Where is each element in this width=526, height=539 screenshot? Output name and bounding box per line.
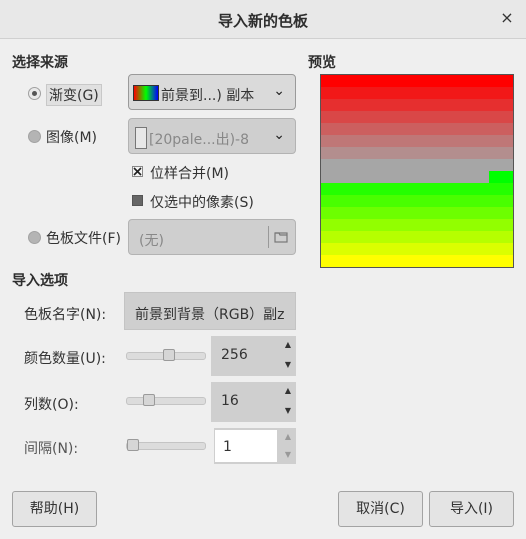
columns-label: 列数(O):	[24, 397, 79, 413]
help-button[interactable]: 帮助(H)	[12, 491, 97, 527]
preview-swatch	[321, 207, 513, 219]
sample-merged-label: 位样合并(M)	[150, 166, 230, 182]
palette-file-radio[interactable]	[28, 231, 41, 244]
chooser-divider	[268, 226, 269, 248]
check-icon	[133, 167, 142, 176]
columns-spinbox[interactable]: 16 ▲ ▼	[211, 382, 296, 422]
close-button[interactable]: ×	[498, 8, 516, 27]
options-heading: 导入选项	[12, 273, 68, 289]
decrement-icon[interactable]: ▼	[280, 356, 296, 376]
interval-entry[interactable]: 1	[215, 430, 277, 462]
interval-spinbox[interactable]: 1 ▲ ▼	[214, 428, 296, 464]
num-colors-slider-handle[interactable]	[163, 349, 175, 361]
selected-only-checkbox[interactable]	[132, 195, 143, 206]
palette-name-field[interactable]: 前景到背景（RGB）副z	[124, 292, 296, 330]
decrement-icon[interactable]: ▼	[280, 402, 296, 422]
preview-swatch	[321, 231, 513, 243]
preview-swatch	[321, 123, 513, 135]
preview-swatch	[321, 159, 513, 171]
gradient-combo[interactable]: 前景到...) 副本 ⌄	[128, 74, 296, 110]
preview-swatch	[321, 243, 513, 255]
preview-swatch	[321, 135, 513, 147]
preview-swatch	[321, 111, 513, 123]
gradient-radio[interactable]	[28, 87, 41, 100]
columns-slider-handle[interactable]	[143, 394, 155, 406]
cancel-button[interactable]: 取消(C)	[338, 491, 423, 527]
num-colors-label: 颜色数量(U):	[24, 351, 106, 367]
image-combo[interactable]: [20pale...出)-8 ⌄	[128, 118, 296, 154]
gradient-swatch-icon	[133, 85, 159, 101]
preview-swatch	[321, 75, 513, 87]
preview-swatch	[321, 183, 513, 195]
chevron-down-icon: ⌄	[273, 83, 285, 99]
increment-icon[interactable]: ▲	[280, 428, 296, 446]
image-combo-value: [20pale...出)-8	[149, 132, 250, 148]
preview-swatch	[321, 87, 513, 99]
preview-swatches	[321, 75, 513, 267]
preview-swatch	[321, 195, 513, 207]
selected-only-label: 仅选中的像素(S)	[150, 195, 254, 211]
interval-slider-handle[interactable]	[127, 439, 139, 451]
palette-file-label: 色板文件(F)	[46, 231, 121, 247]
image-label: 图像(M)	[46, 130, 98, 146]
decrement-icon[interactable]: ▼	[280, 446, 296, 464]
num-colors-spinbox[interactable]: 256 ▲ ▼	[211, 336, 296, 376]
num-colors-value: 256	[221, 347, 248, 363]
palette-name-value: 前景到背景（RGB）副z	[135, 307, 285, 323]
increment-icon[interactable]: ▲	[280, 336, 296, 356]
preview-swatch	[321, 255, 513, 267]
columns-value: 16	[221, 393, 239, 409]
window-title: 导入新的色板	[217, 12, 308, 30]
palette-name-label: 色板名字(N):	[24, 307, 107, 323]
preview-swatch	[321, 99, 513, 111]
palette-file-value: (无)	[139, 233, 164, 249]
interval-label: 间隔(N):	[24, 441, 79, 457]
sample-merged-checkbox[interactable]	[132, 166, 143, 177]
increment-icon[interactable]: ▲	[280, 382, 296, 402]
import-button[interactable]: 导入(I)	[429, 491, 514, 527]
preview-swatch	[489, 171, 513, 183]
gradient-combo-value: 前景到...) 副本	[161, 88, 255, 104]
preview-swatch	[321, 171, 489, 183]
source-heading: 选择来源	[12, 55, 68, 71]
preview-heading: 预览	[308, 55, 336, 71]
palette-preview	[320, 74, 514, 268]
chevron-down-icon: ⌄	[273, 127, 285, 143]
gradient-label[interactable]: 渐变(G)	[46, 84, 102, 106]
preview-swatch	[321, 219, 513, 231]
columns-slider[interactable]	[126, 397, 206, 405]
image-thumb-icon	[135, 127, 147, 149]
palette-file-chooser[interactable]: (无)	[128, 219, 296, 255]
folder-icon	[274, 232, 288, 243]
preview-swatch	[321, 147, 513, 159]
interval-value: 1	[223, 439, 232, 455]
image-radio[interactable]	[28, 130, 41, 143]
